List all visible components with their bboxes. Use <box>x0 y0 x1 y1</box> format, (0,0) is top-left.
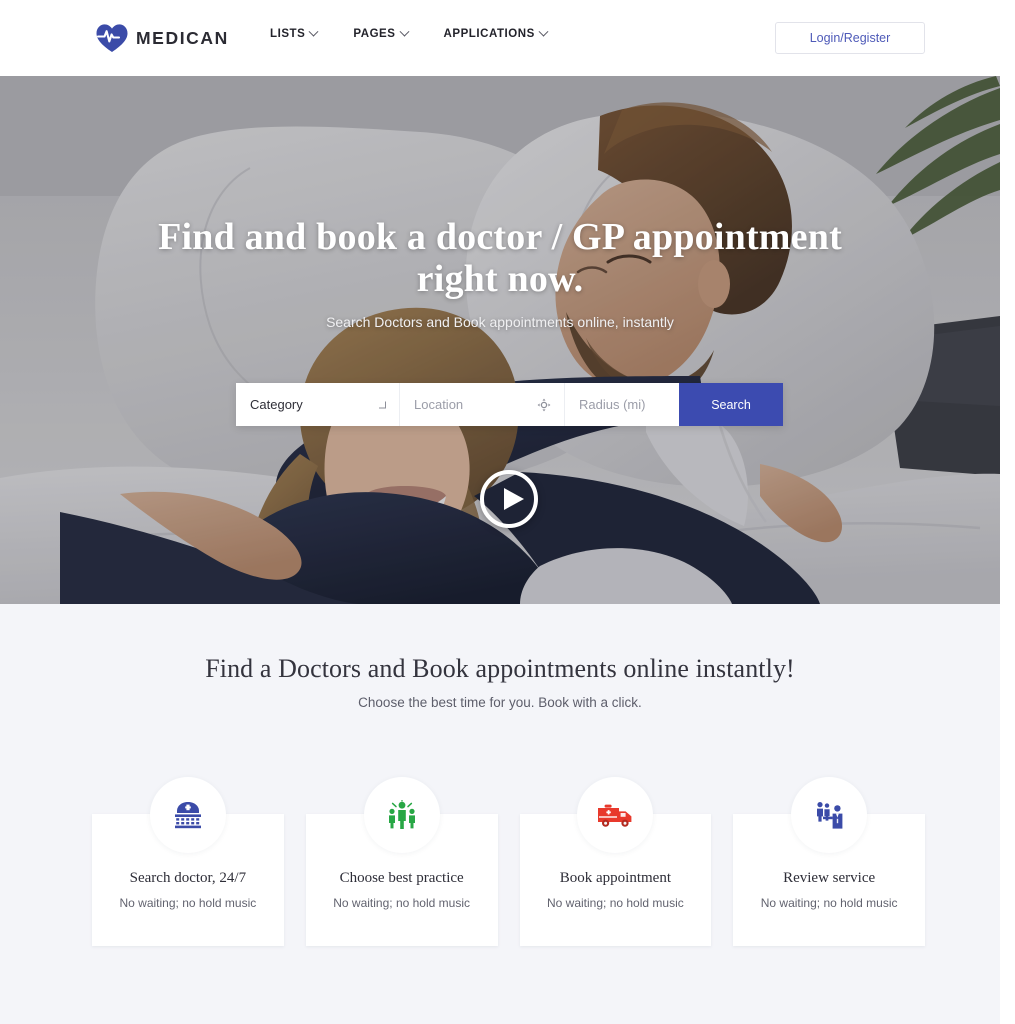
feature-card-subtitle: No waiting; no hold music <box>547 896 684 910</box>
hero-section: Find and book a doctor / GP appointment … <box>0 76 1000 604</box>
nav-label-pages: PAGES <box>353 28 396 40</box>
feature-card-search-doctor[interactable]: Search doctor, 24/7 No waiting; no hold … <box>92 777 284 946</box>
doctor-consultation-icon <box>817 802 843 829</box>
chevron-down-icon <box>379 401 386 408</box>
crosshair-locate-icon[interactable] <box>537 398 551 412</box>
search-radius-placeholder: Radius (mi) <box>579 397 646 412</box>
nav-item-lists[interactable]: LISTS <box>270 26 319 40</box>
site-logo[interactable]: MEDICAN <box>95 22 229 54</box>
feature-card-title: Search doctor, 24/7 <box>129 870 247 886</box>
heart-pulse-icon <box>96 24 128 52</box>
main-navigation: LISTS PAGES APPLICATIONS <box>270 26 549 40</box>
feature-card-subtitle: No waiting; no hold music <box>119 896 257 910</box>
search-radius-input[interactable]: Radius (mi) <box>565 383 679 426</box>
nav-label-lists: LISTS <box>270 28 306 40</box>
feature-card-subtitle: No waiting; no hold music <box>760 896 898 910</box>
content-column: MEDICAN LISTS PAGES APPLICATIONS Login/R… <box>0 0 1000 1024</box>
search-location-input[interactable]: Location <box>400 383 565 426</box>
feature-icon-wrapper <box>363 777 440 853</box>
play-triangle-icon <box>504 488 524 510</box>
hospital-building-icon <box>174 802 201 829</box>
search-location-placeholder: Location <box>414 397 464 412</box>
features-title: Find a Doctors and Book appointments onl… <box>205 654 795 683</box>
login-register-button[interactable]: Login/Register <box>775 22 925 54</box>
search-category-value: Category <box>250 397 303 412</box>
search-submit-button[interactable]: Search <box>679 383 783 426</box>
chevron-down-icon <box>538 26 549 37</box>
hero-title: Find and book a doctor / GP appointment … <box>158 216 842 300</box>
feature-icon-wrapper <box>791 777 868 853</box>
people-group-icon <box>388 800 415 829</box>
feature-card-subtitle: No waiting; no hold music <box>333 896 470 910</box>
feature-card-list: Search doctor, 24/7 No waiting; no hold … <box>92 777 925 946</box>
feature-card-title: Review service <box>783 870 876 886</box>
feature-card-title: Choose best practice <box>339 870 464 886</box>
feature-card-book-appointment[interactable]: Book appointment No waiting; no hold mus… <box>519 777 712 946</box>
hero-search-bar: Category Location Radius (mi) Search <box>236 383 783 426</box>
chevron-down-icon <box>399 26 409 37</box>
nav-item-pages[interactable]: PAGES <box>353 26 409 40</box>
nav-item-applications[interactable]: APPLICATIONS <box>443 26 549 40</box>
play-video-button[interactable] <box>480 470 538 528</box>
nav-label-applications: APPLICATIONS <box>443 28 535 40</box>
search-category-select[interactable]: Category <box>236 383 400 426</box>
site-header: MEDICAN LISTS PAGES APPLICATIONS Login/R… <box>0 0 1000 76</box>
right-gutter <box>1000 0 1015 1024</box>
feature-card-title: Book appointment <box>559 870 671 886</box>
feature-icon-wrapper <box>149 777 226 853</box>
features-subtitle: Choose the best time for you. Book with … <box>358 695 642 710</box>
chevron-down-icon <box>308 26 319 37</box>
logo-text: MEDICAN <box>136 27 229 48</box>
feature-icon-wrapper <box>577 777 654 853</box>
feature-card-best-practice[interactable]: Choose best practice No waiting; no hold… <box>305 777 498 946</box>
hero-subtitle: Search Doctors and Book appointments onl… <box>326 314 674 330</box>
features-section: Find a Doctors and Book appointments onl… <box>0 604 1000 1024</box>
feature-card-review-service[interactable]: Review service No waiting; no hold music <box>733 777 925 946</box>
page-root: MEDICAN LISTS PAGES APPLICATIONS Login/R… <box>0 0 1015 1024</box>
ambulance-icon <box>598 804 632 827</box>
